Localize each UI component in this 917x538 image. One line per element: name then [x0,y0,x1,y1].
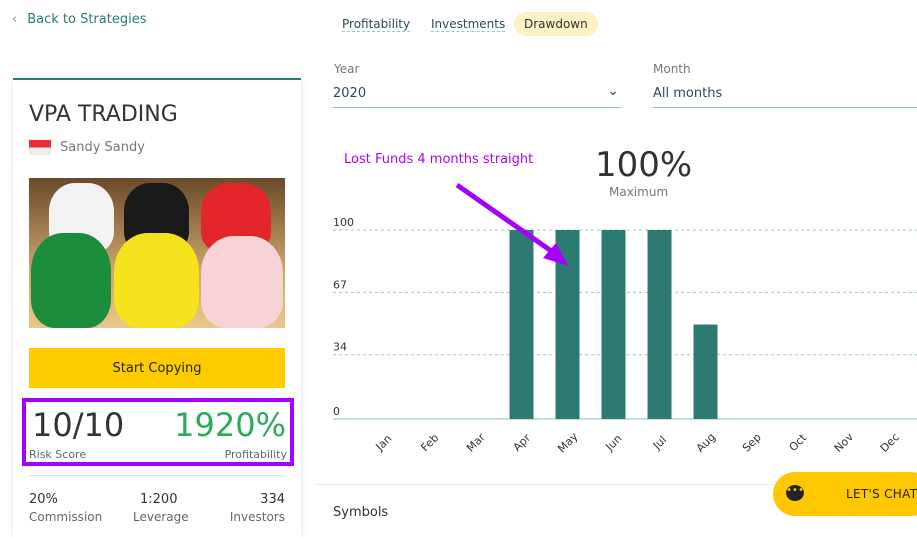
bar-aug [693,324,718,419]
x-tick-label: Jul [650,433,669,452]
commission-label: Commission [29,510,103,524]
bar-jul [647,230,672,419]
x-tick-label: Oct [787,431,810,454]
x-tick-label: Aug [694,431,718,455]
y-tick-label: 100 [333,216,354,229]
drawdown-chart: 0 34 67 100 Jan Feb Mar Apr May Jun Jul Aug Sep Oct No… [333,182,917,456]
symbols-heading: Symbols [333,505,389,520]
investors-label: Investors [229,510,285,524]
y-tick-label: 67 [333,278,347,291]
commission-value: 20% [29,492,58,507]
bar-apr [509,230,534,419]
x-tick-label: Feb [418,431,441,454]
y-tick-label: 0 [333,405,340,418]
chat-label: LET'S CHAT [846,487,917,501]
x-tick-label: Nov [832,430,857,455]
leverage-value: 1:200 [140,492,178,507]
annotation-text: Lost Funds 4 months straight [344,152,534,167]
x-tick-label: May [555,430,581,456]
chat-bubble-icon: ••• [786,485,804,501]
y-tick-label: 34 [333,341,347,354]
x-tick-label: Jan [373,432,395,454]
leverage-label: Leverage [133,510,189,524]
x-tick-label: Sep [740,431,764,455]
x-tick-label: Dec [878,431,902,455]
x-tick-label: Apr [511,431,534,454]
lets-chat-button[interactable]: ••• LET'S CHAT [773,472,917,516]
x-tick-label: Mar [464,430,488,454]
x-tick-label: Jun [602,432,624,454]
investors-value: 334 [260,492,285,507]
annotation-arrow [455,182,559,258]
bar-jun [601,230,626,419]
